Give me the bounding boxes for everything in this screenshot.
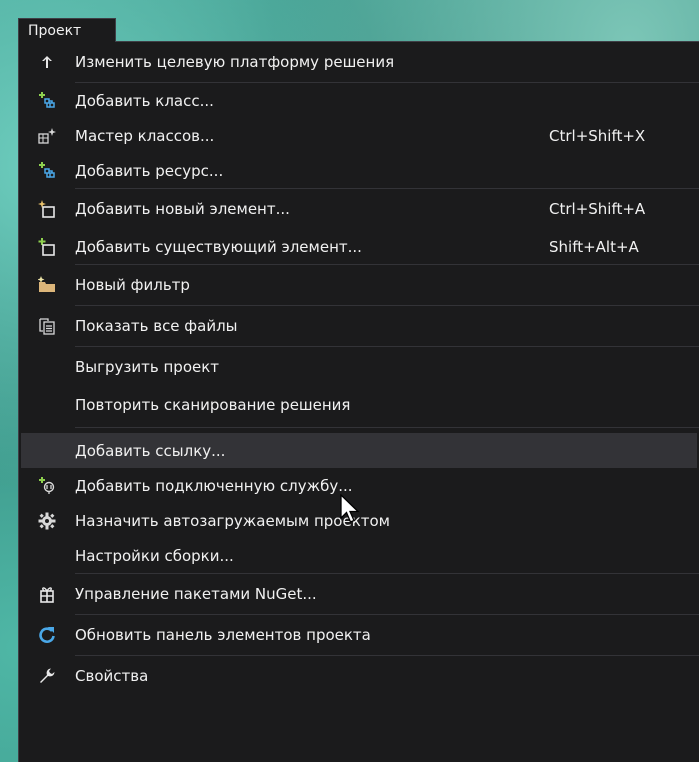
menu-item-label: Настройки сборки...	[75, 546, 234, 565]
menu-item-show-all-files[interactable]: Показать все файлы	[19, 306, 699, 346]
menu-item-label: Изменить целевую платформу решения	[75, 53, 395, 71]
class-wizard-icon	[19, 118, 75, 153]
refresh-icon	[19, 615, 75, 655]
menu-item-new-filter[interactable]: Новый фильтр	[19, 265, 699, 305]
tab-join	[19, 40, 115, 43]
new-filter-folder-icon	[19, 265, 75, 305]
menu-item-manage-nuget[interactable]: Управление пакетами NuGet...	[19, 574, 699, 614]
menu-title-project[interactable]: Проект	[18, 18, 116, 42]
add-resource-icon	[19, 153, 75, 188]
menu-item-label: Добавить новый элемент...	[75, 200, 290, 218]
menu-item-add-class[interactable]: Добавить класс...	[19, 83, 699, 118]
menu-item-retarget-solution[interactable]: Изменить целевую платформу решения	[19, 42, 699, 82]
menu-item-label: Свойства	[75, 667, 149, 685]
mouse-pointer-icon	[340, 493, 362, 528]
menu-item-label: Добавить существующий элемент...	[75, 237, 362, 256]
menu-item-label: Добавить ресурс...	[75, 161, 224, 180]
menu-item-label: Управление пакетами NuGet...	[75, 585, 317, 603]
separator	[75, 427, 699, 428]
menu-item-label: Показать все файлы	[75, 317, 238, 335]
new-item-icon	[19, 189, 75, 229]
connected-service-icon	[19, 468, 75, 503]
menu-item-unload-project[interactable]: Выгрузить проект	[19, 347, 699, 387]
menu-item-label: Выгрузить проект	[75, 358, 220, 376]
menu-item-label: Повторить сканирование решения	[75, 395, 351, 414]
menu-item-refresh-toolbox[interactable]: Обновить панель элементов проекта	[19, 615, 699, 655]
show-all-files-icon	[19, 306, 75, 346]
add-class-icon	[19, 83, 75, 118]
menu-item-add-existing-item[interactable]: Добавить существующий элемент... Shift+A…	[19, 229, 699, 264]
menu-item-properties[interactable]: Свойства	[19, 656, 699, 696]
menu-item-label: Обновить панель элементов проекта	[75, 626, 371, 644]
project-dropdown-menu: Изменить целевую платформу решения Добав…	[18, 41, 699, 762]
menu-item-class-wizard[interactable]: Мастер классов... Ctrl+Shift+X	[19, 118, 699, 153]
menu-item-label: Добавить класс...	[75, 91, 214, 110]
menu-item-label: Назначить автозагружаемым проектом	[75, 511, 390, 530]
menu-item-label: Новый фильтр	[75, 276, 190, 294]
wrench-icon	[19, 656, 75, 696]
menu-item-build-settings[interactable]: Настройки сборки...	[19, 538, 699, 573]
menu-item-add-new-item[interactable]: Добавить новый элемент... Ctrl+Shift+A	[19, 189, 699, 229]
gear-icon	[19, 503, 75, 538]
menu-item-add-reference[interactable]: Добавить ссылку...	[21, 433, 697, 468]
menu-item-shortcut: Shift+Alt+A	[549, 237, 639, 256]
arrow-up-icon	[19, 42, 75, 82]
menu-item-add-resource[interactable]: Добавить ресурс...	[19, 153, 699, 188]
menu-item-label: Добавить подключенную службу...	[75, 476, 353, 495]
menu-item-label: Мастер классов...	[75, 126, 215, 145]
menu-item-label: Добавить ссылку...	[75, 441, 226, 460]
nuget-package-icon	[19, 574, 75, 614]
menu-item-rescan-solution[interactable]: Повторить сканирование решения	[19, 387, 699, 422]
menu-item-shortcut: Ctrl+Shift+X	[549, 126, 646, 145]
existing-item-icon	[19, 229, 75, 264]
menu-item-shortcut: Ctrl+Shift+A	[549, 200, 646, 218]
